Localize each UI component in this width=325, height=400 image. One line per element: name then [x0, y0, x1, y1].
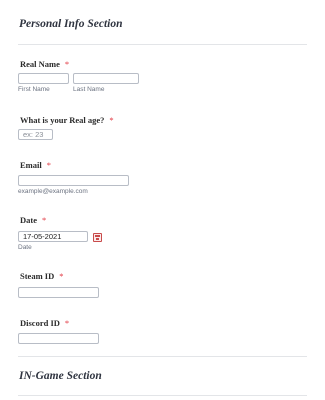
- real-name-label: Real Name *: [20, 59, 69, 69]
- required-mark: *: [64, 318, 70, 328]
- required-mark: *: [46, 160, 51, 170]
- last-name-sublabel: Last Name: [73, 86, 105, 93]
- date-sublabel: Date: [18, 244, 32, 251]
- section-divider: [18, 44, 307, 45]
- discord-id-input[interactable]: [18, 333, 99, 344]
- first-name-sublabel: First Name: [18, 86, 50, 93]
- section-divider: [18, 356, 307, 357]
- date-input[interactable]: [18, 231, 88, 242]
- discord-id-label-text: Discord ID: [20, 318, 60, 328]
- date-label: Date *: [20, 215, 46, 225]
- steam-id-label-text: Steam ID: [20, 271, 55, 281]
- email-label: Email *: [20, 160, 51, 170]
- last-name-input[interactable]: [73, 73, 139, 84]
- steam-id-input[interactable]: [18, 287, 99, 298]
- section-title-in-game: IN-Game Section: [19, 370, 102, 382]
- email-input[interactable]: [18, 175, 129, 186]
- calendar-icon[interactable]: [93, 233, 102, 242]
- required-mark: *: [64, 59, 70, 69]
- required-mark: *: [59, 271, 64, 281]
- age-input[interactable]: [18, 129, 53, 140]
- section-title-personal-info: Personal Info Section: [19, 18, 123, 30]
- discord-id-label: Discord ID *: [20, 318, 69, 328]
- steam-id-label: Steam ID *: [20, 271, 63, 281]
- date-label-text: Date: [20, 215, 37, 225]
- age-label-text: What is your Real age?: [20, 115, 105, 125]
- real-name-label-text: Real Name: [20, 59, 60, 69]
- first-name-input[interactable]: [18, 73, 69, 84]
- email-label-text: Email: [20, 160, 42, 170]
- email-sublabel: example@example.com: [18, 188, 88, 195]
- section-divider: [18, 395, 307, 396]
- required-mark: *: [109, 115, 114, 125]
- age-label: What is your Real age? *: [20, 115, 114, 125]
- required-mark: *: [42, 215, 47, 225]
